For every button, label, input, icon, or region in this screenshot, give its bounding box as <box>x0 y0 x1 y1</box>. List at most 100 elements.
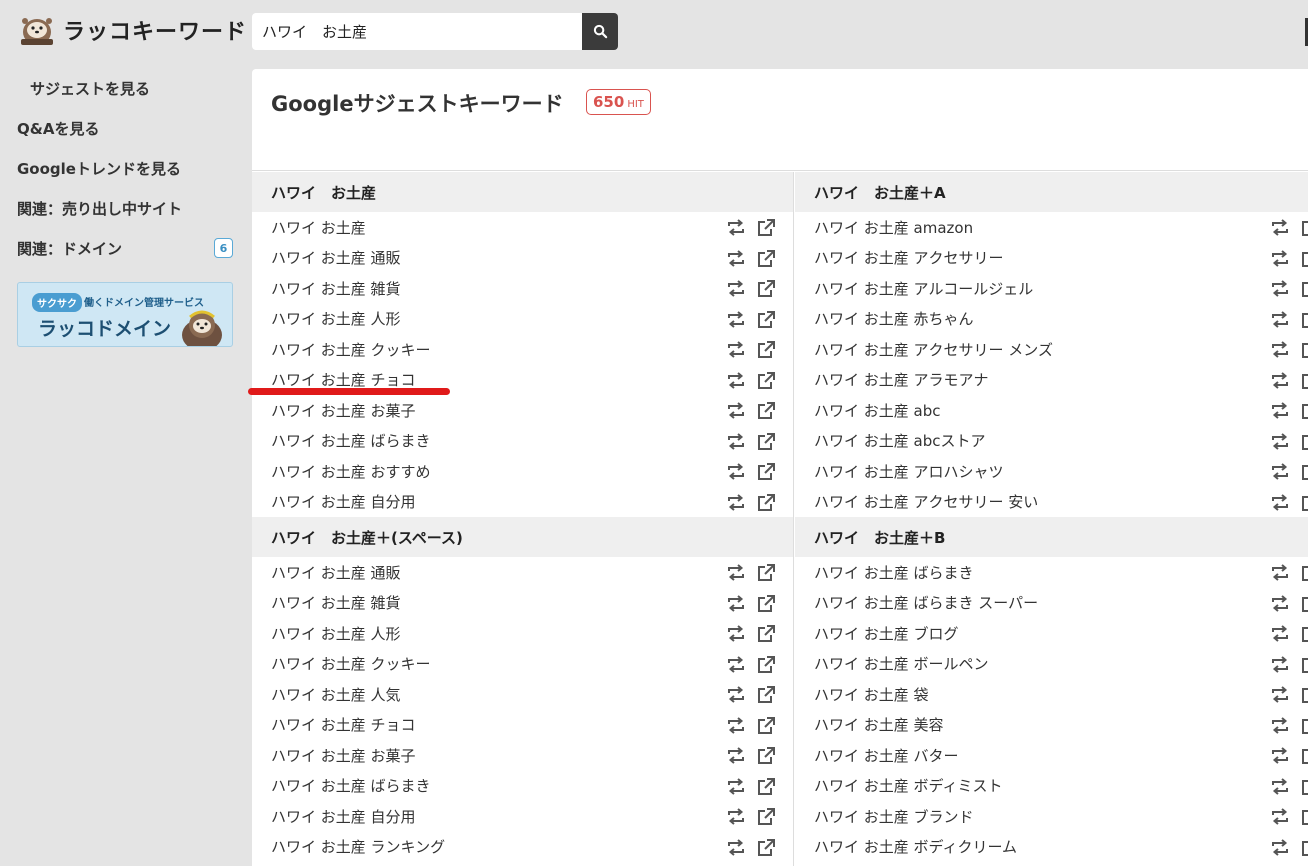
suggest-keyword[interactable]: ハワイ お土産 バター <box>814 745 1308 766</box>
suggest-keyword[interactable]: ハワイ お土産 チョコ <box>271 714 793 735</box>
external-link-icon[interactable] <box>756 341 776 358</box>
repeat-search-icon[interactable] <box>1270 249 1290 267</box>
sidebar-item-qa[interactable]: Q&Aを見る <box>0 108 240 148</box>
repeat-search-icon[interactable] <box>1270 594 1290 612</box>
repeat-search-icon[interactable] <box>1270 341 1290 358</box>
suggest-row[interactable]: ハワイ お土産 通販 <box>252 243 793 274</box>
suggest-row[interactable]: ハワイ お土産 アラモアナ <box>795 365 1308 396</box>
external-link-icon[interactable] <box>756 625 776 642</box>
repeat-search-icon[interactable] <box>1270 716 1290 734</box>
suggest-row[interactable]: ハワイ お土産 クッキー <box>252 649 793 680</box>
repeat-search-icon[interactable] <box>726 463 746 480</box>
suggest-keyword[interactable]: ハワイ お土産 雑貨 <box>271 592 793 613</box>
external-link-icon[interactable] <box>756 808 776 825</box>
repeat-search-icon[interactable] <box>726 838 746 856</box>
suggest-row[interactable]: ハワイ お土産 お菓子 <box>252 740 793 771</box>
external-link-icon[interactable] <box>756 402 776 419</box>
suggest-row[interactable]: ハワイ お土産 abc <box>795 395 1308 426</box>
suggest-row[interactable]: ハワイ お土産 ばらまき スーパー <box>795 588 1308 619</box>
external-link-icon[interactable] <box>1300 595 1308 612</box>
suggest-row[interactable]: ハワイ お土産 ボディクリーム <box>795 832 1308 863</box>
repeat-search-icon[interactable] <box>726 432 746 450</box>
suggest-keyword[interactable]: ハワイ お土産 アラモアナ <box>814 369 1308 390</box>
sidebar-item-suggest[interactable]: サジェストを見る <box>0 68 240 108</box>
suggest-row[interactable]: ハワイ お土産 ブログ <box>795 618 1308 649</box>
suggest-keyword[interactable]: ハワイ お土産 人気 <box>271 684 793 705</box>
repeat-search-icon[interactable] <box>1270 432 1290 450</box>
suggest-row[interactable]: ハワイ お土産 雑貨 <box>252 273 793 304</box>
repeat-search-icon[interactable] <box>1270 686 1290 703</box>
repeat-search-icon[interactable] <box>1270 310 1290 328</box>
suggest-keyword[interactable]: ハワイ お土産 ランキング <box>271 836 793 857</box>
external-link-icon[interactable] <box>1300 564 1308 581</box>
suggest-row[interactable]: ハワイ お土産 自分用 <box>252 801 793 832</box>
suggest-keyword[interactable]: ハワイ お土産 お菓子 <box>271 400 793 421</box>
repeat-search-icon[interactable] <box>726 594 746 612</box>
suggest-row[interactable]: ハワイ お土産 amazon <box>795 212 1308 243</box>
suggest-keyword[interactable]: ハワイ お土産 クッキー <box>271 339 793 360</box>
suggest-row[interactable]: ハワイ お土産 チョコ <box>252 710 793 741</box>
repeat-search-icon[interactable] <box>1270 564 1290 581</box>
external-link-icon[interactable] <box>756 280 776 297</box>
suggest-row[interactable]: ハワイ お土産 美容 <box>795 710 1308 741</box>
repeat-search-icon[interactable] <box>726 493 746 511</box>
repeat-search-icon[interactable] <box>1270 655 1290 673</box>
suggest-keyword[interactable]: ハワイ お土産 アルコールジェル <box>814 278 1308 299</box>
sidebar-item-domains[interactable]: 関連：ドメイン 6 <box>0 228 240 268</box>
suggest-row[interactable]: ハワイ お土産 ばらまき <box>252 771 793 802</box>
suggest-keyword[interactable]: ハワイ お土産 abcストア <box>814 430 1308 451</box>
search-input[interactable] <box>252 13 582 50</box>
external-link-icon[interactable] <box>756 463 776 480</box>
repeat-search-icon[interactable] <box>726 402 746 419</box>
search-button[interactable] <box>582 13 618 50</box>
repeat-search-icon[interactable] <box>726 249 746 267</box>
external-link-icon[interactable] <box>1300 656 1308 673</box>
suggest-row[interactable]: ハワイ お土産 ばらまき <box>252 426 793 457</box>
suggest-row[interactable]: ハワイ お土産 <box>252 212 793 243</box>
repeat-search-icon[interactable] <box>726 625 746 642</box>
suggest-keyword[interactable]: ハワイ お土産 ボールペン <box>814 653 1308 674</box>
repeat-search-icon[interactable] <box>1270 463 1290 480</box>
suggest-row[interactable]: ハワイ お土産 ランキング <box>252 832 793 863</box>
suggest-keyword[interactable]: ハワイ お土産 自分用 <box>271 491 793 512</box>
repeat-search-icon[interactable] <box>726 310 746 328</box>
suggest-row[interactable]: ハワイ お土産 袋 <box>795 679 1308 710</box>
suggest-keyword[interactable]: ハワイ お土産 袋 <box>814 684 1308 705</box>
repeat-search-icon[interactable] <box>726 716 746 734</box>
suggest-keyword[interactable]: ハワイ お土産 ばらまき <box>271 775 793 796</box>
suggest-keyword[interactable]: ハワイ お土産 赤ちゃん <box>814 308 1308 329</box>
logo[interactable]: ラッコキーワード <box>17 11 247 49</box>
suggest-row[interactable]: ハワイ お土産 アクセサリー <box>795 243 1308 274</box>
suggest-keyword[interactable]: ハワイ お土産 アクセサリー <box>814 247 1308 268</box>
suggest-row[interactable]: ハワイ お土産 ボールペン <box>795 649 1308 680</box>
repeat-search-icon[interactable] <box>1270 747 1290 764</box>
suggest-keyword[interactable]: ハワイ お土産 アクセサリー 安い <box>814 491 1308 512</box>
external-link-icon[interactable] <box>1300 402 1308 419</box>
external-link-icon[interactable] <box>1300 372 1308 389</box>
repeat-search-icon[interactable] <box>726 808 746 825</box>
external-link-icon[interactable] <box>756 493 776 511</box>
suggest-row[interactable]: ハワイ お土産 バター <box>795 740 1308 771</box>
external-link-icon[interactable] <box>1300 433 1308 450</box>
external-link-icon[interactable] <box>1300 280 1308 297</box>
repeat-search-icon[interactable] <box>1270 280 1290 297</box>
suggest-keyword[interactable]: ハワイ お土産 アクセサリー メンズ <box>814 339 1308 360</box>
suggest-keyword[interactable]: ハワイ お土産 美容 <box>814 714 1308 735</box>
external-link-icon[interactable] <box>1300 808 1308 825</box>
repeat-search-icon[interactable] <box>726 341 746 358</box>
external-link-icon[interactable] <box>1300 250 1308 267</box>
external-link-icon[interactable] <box>1300 839 1308 856</box>
suggest-row[interactable]: ハワイ お土産 人形 <box>252 618 793 649</box>
suggest-keyword[interactable]: ハワイ お土産 ばらまき <box>271 430 793 451</box>
external-link-icon[interactable] <box>1300 463 1308 480</box>
suggest-keyword[interactable]: ハワイ お土産 人形 <box>271 623 793 644</box>
repeat-search-icon[interactable] <box>1270 808 1290 825</box>
external-link-icon[interactable] <box>756 432 776 450</box>
suggest-row[interactable]: ハワイ お土産 ボディミスト <box>795 771 1308 802</box>
external-link-icon[interactable] <box>756 310 776 328</box>
repeat-search-icon[interactable] <box>726 564 746 581</box>
repeat-search-icon[interactable] <box>726 280 746 297</box>
repeat-search-icon[interactable] <box>1270 838 1290 856</box>
suggest-keyword[interactable]: ハワイ お土産 アロハシャツ <box>814 461 1308 482</box>
external-link-icon[interactable] <box>756 594 776 612</box>
